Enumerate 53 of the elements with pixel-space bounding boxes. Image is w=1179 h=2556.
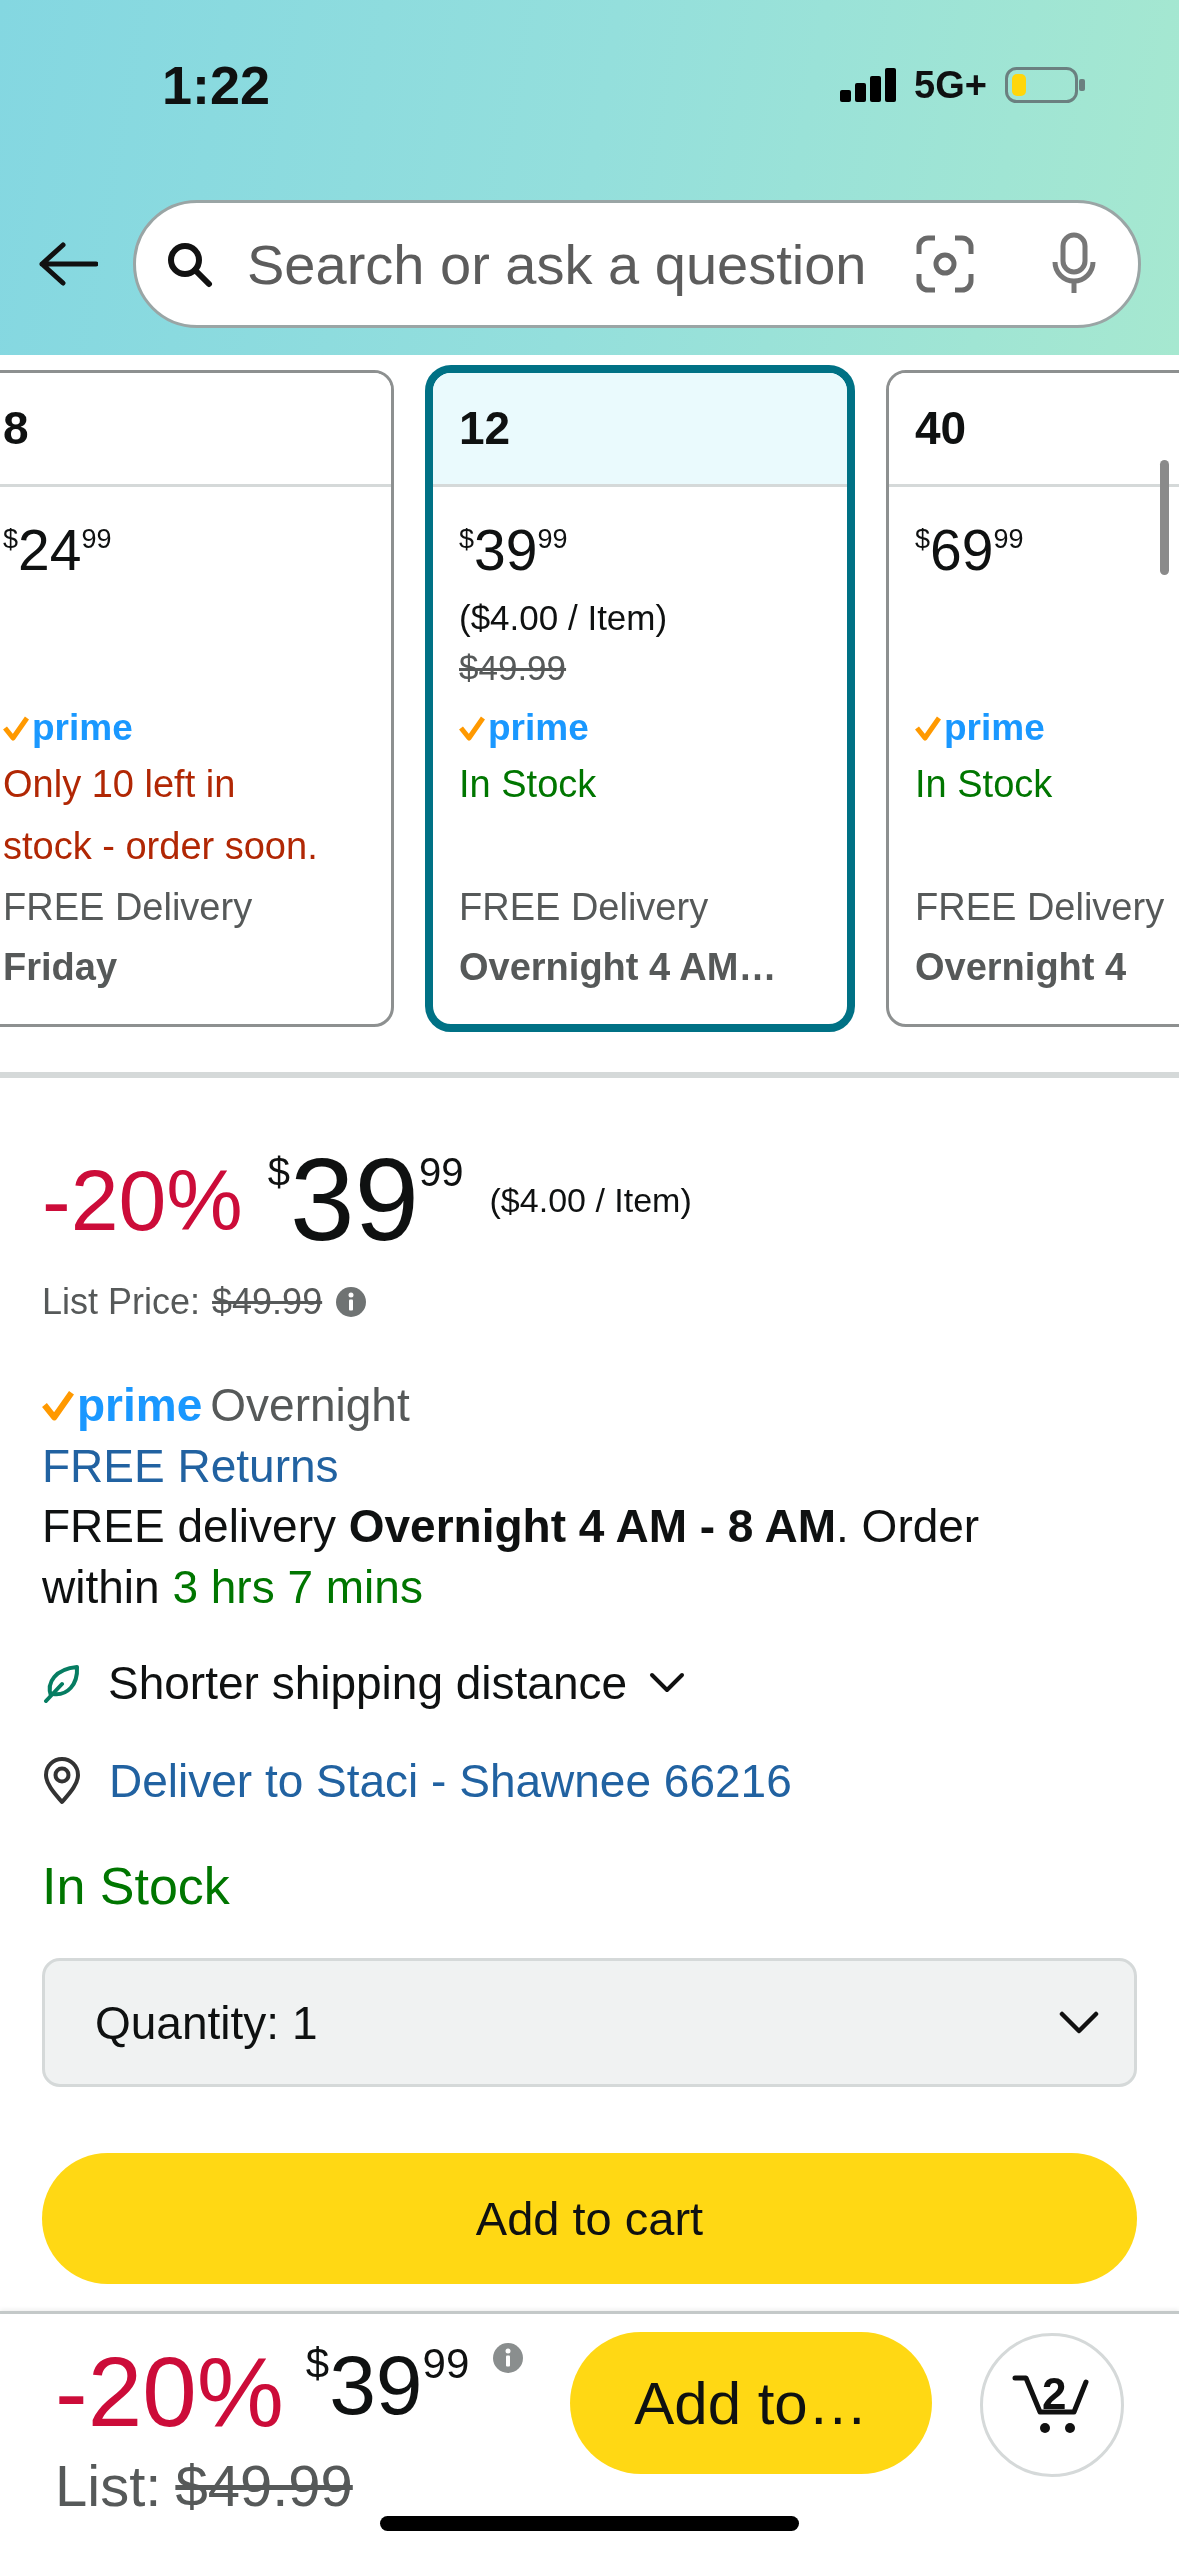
- signal-icon: [840, 68, 897, 102]
- delivery-label: FREE Delivery: [915, 885, 1165, 930]
- search-field[interactable]: Search or ask a question: [133, 200, 1141, 328]
- delivery-label: FREE Delivery: [3, 885, 253, 930]
- stock-status: In Stock: [459, 762, 597, 807]
- add-to-cart-button[interactable]: Add to cart: [42, 2153, 1137, 2284]
- unit-price: ($4.00 / Item): [489, 1179, 692, 1221]
- microphone-icon[interactable]: [1050, 232, 1098, 296]
- status-time: 1:22: [162, 54, 271, 116]
- list-price-label: List Price:: [42, 1281, 201, 1323]
- list-price-label: List:: [55, 2457, 162, 2515]
- list-price: $49.99: [175, 2457, 353, 2515]
- delivery-date: Overnight 4 AM…: [459, 945, 777, 990]
- size-label: 8: [0, 373, 391, 487]
- delivery-date: Friday: [3, 945, 118, 990]
- list-price: $49.99: [212, 1281, 323, 1323]
- shipping-distance-toggle[interactable]: Shorter shipping distance: [42, 1652, 686, 1713]
- delivery-label: FREE Delivery: [459, 885, 709, 930]
- prime-label: prime: [488, 707, 589, 749]
- deliver-to-link[interactable]: Deliver to Staci - Shawnee 66216: [109, 1753, 792, 1808]
- scan-icon[interactable]: [915, 234, 975, 294]
- leaf-icon: [42, 1662, 82, 1703]
- prime-label: prime: [32, 707, 133, 749]
- battery-icon: [1005, 67, 1085, 103]
- discount-percent: -20%: [55, 2343, 284, 2441]
- delivery-date: Overnight 4: [915, 945, 1127, 990]
- delivery-speed: Overnight: [210, 1377, 410, 1432]
- unit-price: ($4.00 / Item): [459, 597, 668, 639]
- stock-status: Only 10 left in stock - order soon.: [3, 762, 319, 869]
- check-mark-icon: [915, 715, 941, 741]
- list-price: $49.99: [459, 647, 567, 689]
- check-mark-icon: [3, 715, 29, 741]
- stock-status: In Stock: [42, 1856, 230, 1917]
- size-label: 40: [889, 373, 1179, 487]
- add-to-cart-button[interactable]: Add to…: [570, 2332, 932, 2474]
- free-returns-link[interactable]: FREE Returns: [42, 1438, 339, 1493]
- stock-status: In Stock: [915, 762, 1053, 807]
- quantity-dropdown[interactable]: Quantity: 1: [42, 1958, 1137, 2087]
- info-icon[interactable]: [336, 1287, 367, 1317]
- chevron-down-icon: [1059, 2010, 1099, 2035]
- check-mark-icon: [459, 715, 485, 741]
- location-pin-icon: [42, 1756, 82, 1805]
- prime-label: prime: [944, 707, 1045, 749]
- size-label: 12: [433, 373, 847, 487]
- network-label: 5G+: [914, 63, 987, 107]
- info-icon[interactable]: [493, 2343, 524, 2373]
- prime-label: prime: [77, 1377, 203, 1432]
- cart-button[interactable]: 2: [980, 2333, 1124, 2477]
- search-icon: [165, 240, 213, 288]
- back-arrow-icon[interactable]: [38, 242, 98, 286]
- delivery-message: FREE delivery Overnight 4 AM - 8 AM. Order within 3 hrs 7 mins: [42, 1499, 981, 1615]
- discount-percent: -20%: [42, 1157, 243, 1243]
- check-mark-icon: [42, 1388, 74, 1421]
